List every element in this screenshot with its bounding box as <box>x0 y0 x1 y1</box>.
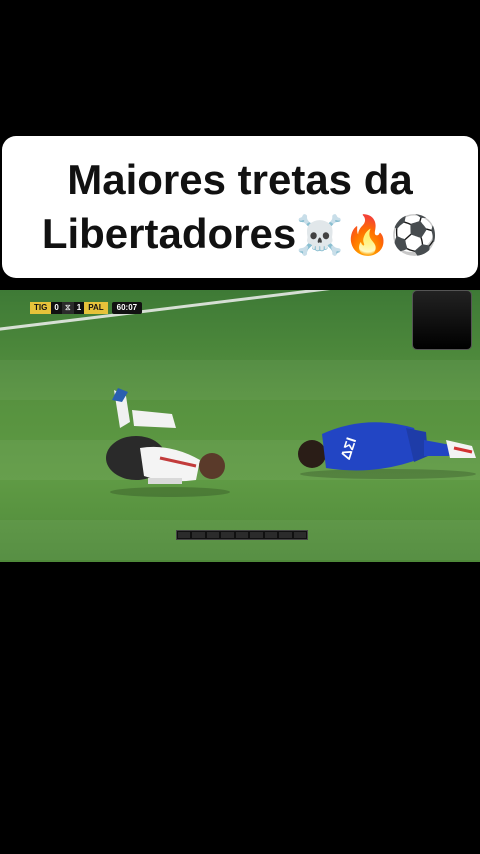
home-team: TIG <box>30 302 52 314</box>
caption-line-1: Maiores tretas da <box>67 155 413 203</box>
competition-logo-icon: ⧖ <box>61 302 74 314</box>
progress-segment <box>250 532 263 538</box>
progress-segment <box>235 532 249 538</box>
progress-segment <box>264 532 278 538</box>
match-clock: 60:07 <box>111 302 143 314</box>
caption-card: Maiores tretas da Libertadores☠️🔥⚽ <box>2 136 478 278</box>
home-score: 0 <box>51 302 62 314</box>
caption-emojis: ☠️🔥⚽ <box>296 212 439 257</box>
pitch-stripe <box>0 360 480 400</box>
progress-segment <box>206 532 220 538</box>
caption-line-2-text: Libertadores <box>41 209 297 257</box>
video-progress-bar[interactable] <box>176 530 308 540</box>
caption-line-2: Libertadores☠️🔥⚽ <box>42 207 438 262</box>
video-player[interactable]: TIG 0 ⧖ 1 PAL 60:07 ΔΣΙ <box>0 290 480 562</box>
progress-segment <box>192 532 205 538</box>
scorebug: TIG 0 ⧖ 1 PAL 60:07 <box>30 302 143 314</box>
pitch-stripe <box>0 520 480 560</box>
video-overlay-icon <box>412 290 472 350</box>
player-blue-kit: ΔΣΙ <box>298 422 476 479</box>
progress-segment <box>293 532 306 538</box>
progress-segment <box>221 532 234 538</box>
progress-segment <box>279 532 292 538</box>
away-team: PAL <box>84 302 108 314</box>
player-white-kit <box>106 388 230 497</box>
progress-segment <box>178 532 191 538</box>
away-score: 1 <box>73 302 85 314</box>
